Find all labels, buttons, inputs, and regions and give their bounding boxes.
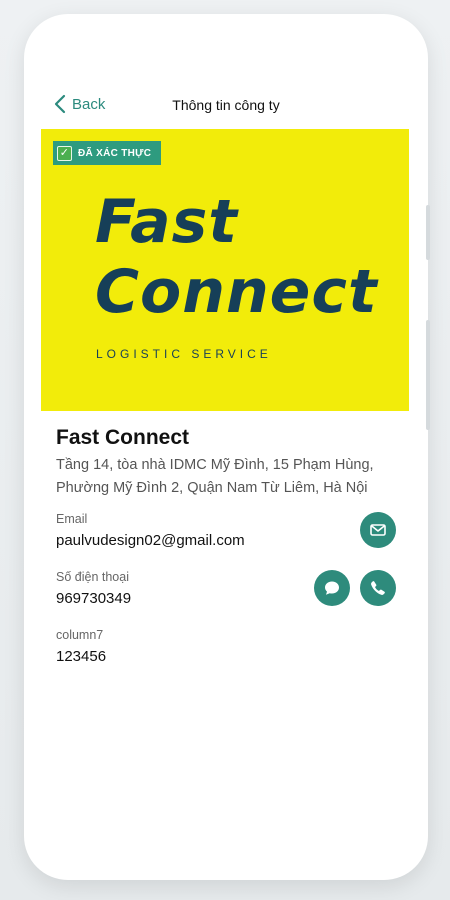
mail-icon xyxy=(370,524,386,536)
column7-label: column7 xyxy=(56,628,104,642)
phone-frame: Back Thông tin công ty ✓ ĐÃ XÁC THỰC Fas… xyxy=(24,14,428,880)
message-button[interactable] xyxy=(314,570,350,606)
phone-icon xyxy=(371,581,385,595)
company-banner: ✓ ĐÃ XÁC THỰC Fast Connect LOGISTIC SERV… xyxy=(41,129,409,411)
company-name: Fast Connect xyxy=(56,426,190,449)
logo-text-line2: Connect xyxy=(95,257,378,327)
page-title: Thông tin công ty xyxy=(172,97,280,113)
email-value: paulvudesign02@gmail.com xyxy=(56,532,245,549)
phone-value: 969730349 xyxy=(56,590,132,607)
logo-text-line1: Fast xyxy=(95,187,238,257)
send-email-button[interactable] xyxy=(360,512,396,548)
volume-button xyxy=(426,205,430,260)
email-label: Email xyxy=(56,512,88,526)
checkmark-icon: ✓ xyxy=(57,145,72,161)
verified-label: ĐÃ XÁC THỰC xyxy=(78,147,152,159)
verified-badge: ✓ ĐÃ XÁC THỰC xyxy=(53,141,162,165)
logo-tagline: LOGISTIC SERVICE xyxy=(96,347,272,361)
company-address: Tầng 14, tòa nhà IDMC Mỹ Đình, 15 Phạm H… xyxy=(56,457,374,496)
column7-value: 123456 xyxy=(56,648,107,665)
side-button xyxy=(426,320,430,430)
nav-bar: Back Thông tin công ty xyxy=(24,92,428,122)
phone-label: Số điện thoại xyxy=(56,570,129,584)
chat-icon xyxy=(325,581,339,595)
call-button[interactable] xyxy=(360,570,396,606)
